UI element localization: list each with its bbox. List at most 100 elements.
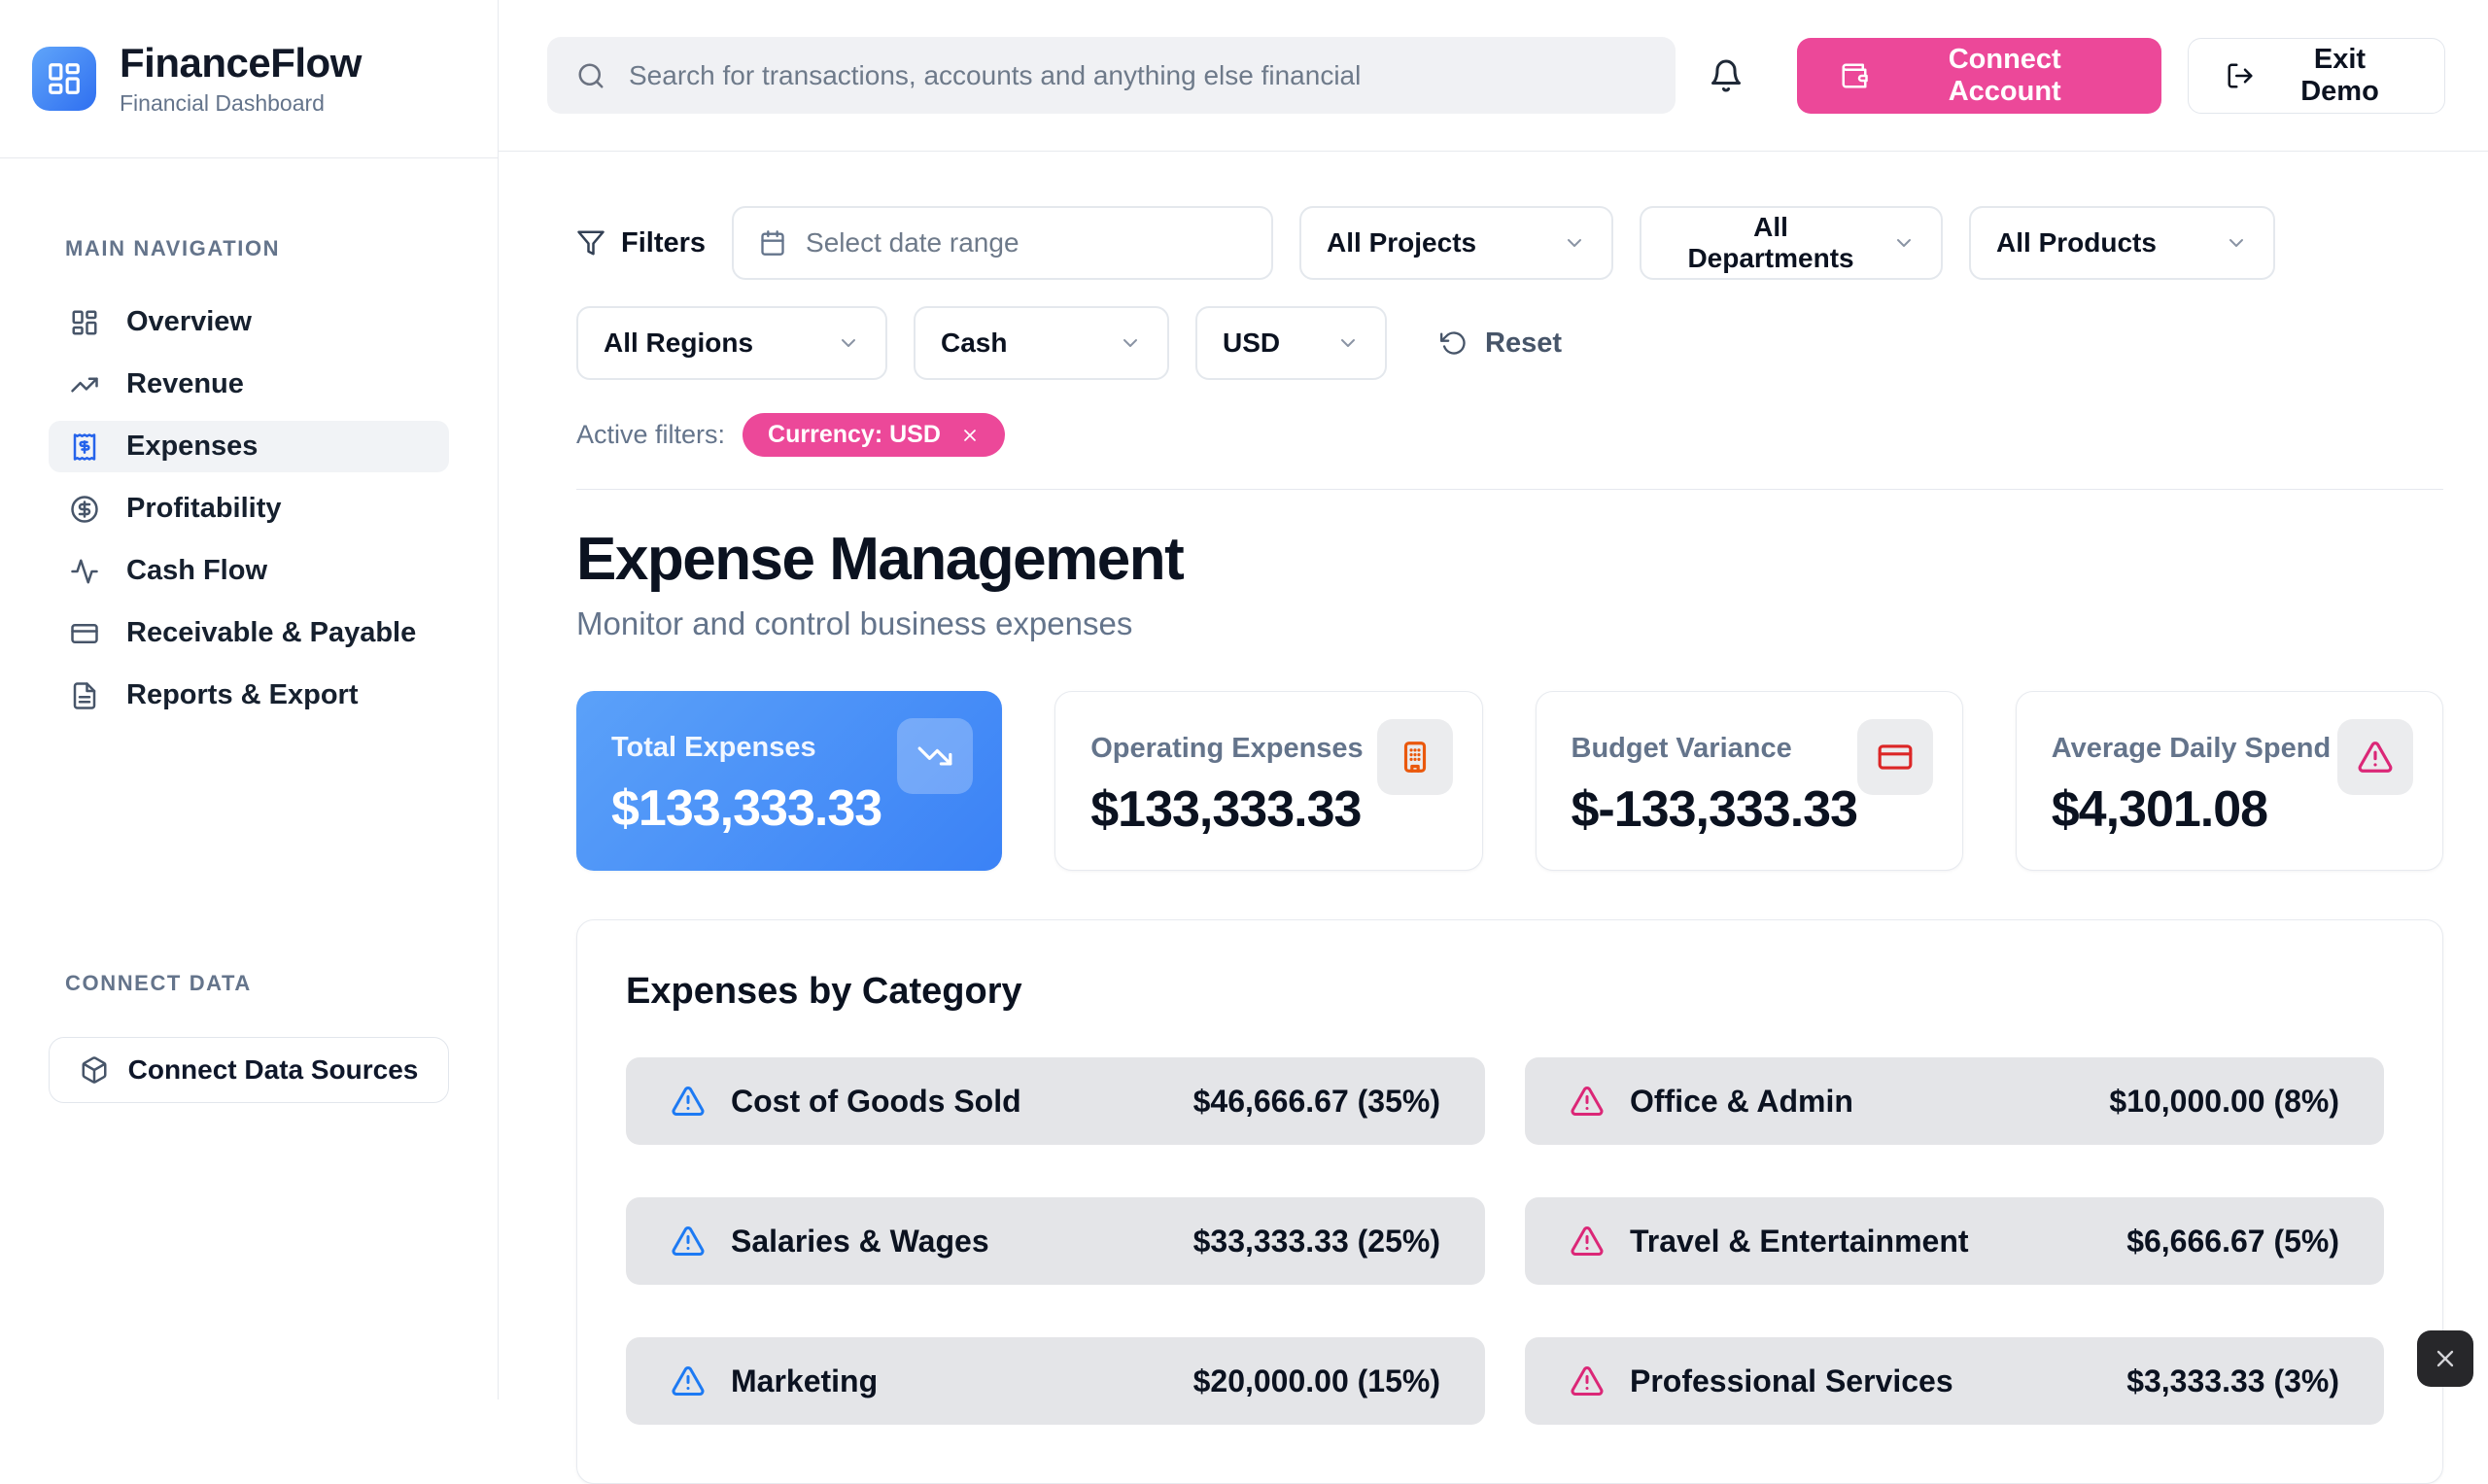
credit-card-icon: [1877, 739, 1914, 776]
trending-up-icon: [70, 370, 99, 399]
sidebar-item-profitability[interactable]: Profitability: [49, 483, 449, 535]
dropdown-all-products[interactable]: All Products: [1969, 206, 2275, 280]
category-name: Professional Services: [1630, 1363, 1953, 1399]
stats-row: Total Expenses$133,333.33Operating Expen…: [576, 691, 2443, 871]
category-name: Marketing: [731, 1363, 878, 1399]
page-subtitle: Monitor and control business expenses: [576, 605, 2443, 642]
sidebar-item-label: Revenue: [126, 368, 244, 400]
sidebar-item-overview[interactable]: Overview: [49, 296, 449, 348]
x-icon: [2432, 1345, 2459, 1372]
category-grid: Cost of Goods Sold$46,666.67 (35%) Office…: [626, 1057, 2384, 1425]
filter-chip-currency[interactable]: Currency: USD: [743, 413, 1005, 457]
content: Filters All Projects All Departments All P…: [499, 152, 2488, 1484]
alert-triangle-icon: [1570, 1084, 1605, 1119]
dropdown-value: All Products: [1996, 227, 2157, 259]
chevron-down-icon: [1563, 231, 1586, 255]
dropdown-usd[interactable]: USD: [1195, 306, 1387, 380]
alert-triangle-icon: [671, 1224, 706, 1259]
stat-card-operating-expenses: Operating Expenses$133,333.33: [1054, 691, 1482, 871]
category-amount: $3,333.33 (3%): [2126, 1363, 2339, 1399]
active-filters-label: Active filters:: [576, 420, 725, 450]
alert-triangle-icon: [671, 1363, 706, 1398]
search-box[interactable]: [547, 37, 1676, 114]
reset-label: Reset: [1485, 328, 1562, 360]
dropdown-all-departments[interactable]: All Departments: [1640, 206, 1943, 280]
notifications-button[interactable]: [1699, 49, 1752, 103]
category-row-salaries-wages: Salaries & Wages$33,333.33 (25%): [626, 1197, 1485, 1285]
close-button[interactable]: [2417, 1330, 2473, 1387]
sidebar-item-expenses[interactable]: Expenses: [49, 421, 449, 472]
category-amount: $33,333.33 (25%): [1193, 1224, 1440, 1260]
dropdown-all-projects[interactable]: All Projects: [1299, 206, 1613, 280]
sidebar-item-cash-flow[interactable]: Cash Flow: [49, 545, 449, 597]
file-text-icon: [70, 681, 99, 710]
stat-icon-box: [2337, 719, 2413, 795]
main-navigation: Overview Revenue Expenses Profitability Cash…: [49, 296, 449, 721]
chevron-down-icon: [1119, 331, 1142, 355]
stat-icon-box: [1377, 719, 1453, 795]
category-amount: $6,666.67 (5%): [2126, 1224, 2339, 1260]
log-out-icon: [2226, 61, 2255, 90]
category-card-title: Expenses by Category: [626, 971, 2384, 1013]
stat-icon-box: [1857, 719, 1933, 795]
category-row-office-admin: Office & Admin$10,000.00 (8%): [1525, 1057, 2384, 1145]
sidebar-item-label: Profitability: [126, 493, 282, 525]
category-amount: $20,000.00 (15%): [1193, 1363, 1440, 1399]
section-divider: [576, 489, 2443, 490]
dropdown-value: Cash: [941, 328, 1007, 359]
sidebar-item-label: Receivable & Payable: [126, 617, 416, 649]
connect-section: CONNECT DATA Connect Data Sources: [0, 971, 498, 1103]
category-row-travel-entertainment: Travel & Entertainment$6,666.67 (5%): [1525, 1197, 2384, 1285]
main-area: Connect Account Exit Demo Filters All Pr…: [499, 0, 2488, 1399]
filter-chip-label: Currency: USD: [768, 421, 941, 449]
dropdown-cash[interactable]: Cash: [914, 306, 1169, 380]
dropdown-all-regions[interactable]: All Regions: [576, 306, 887, 380]
x-icon[interactable]: [960, 426, 980, 445]
app-root: FinanceFlow Financial Dashboard MAIN NAV…: [0, 0, 2488, 1399]
sidebar-item-receivable-payable[interactable]: Receivable & Payable: [49, 607, 449, 659]
filters-row-1: Filters All Projects All Departments All P…: [576, 206, 2443, 280]
category-amount: $10,000.00 (8%): [2109, 1084, 2339, 1120]
connect-account-button[interactable]: Connect Account: [1797, 38, 2161, 114]
stat-card-average-daily-spend: Average Daily Spend$4,301.08: [2016, 691, 2443, 871]
dropdown-value: USD: [1223, 328, 1280, 359]
layout-dashboard-icon: [46, 60, 83, 97]
nav-section: MAIN NAVIGATION OverviewRevenueExpensesP…: [0, 158, 498, 732]
sidebar-item-revenue[interactable]: Revenue: [49, 359, 449, 410]
logo-text: FinanceFlow Financial Dashboard: [120, 41, 362, 117]
exit-demo-button[interactable]: Exit Demo: [2188, 38, 2445, 114]
funnel-icon: [576, 228, 605, 258]
alert-triangle-icon: [671, 1084, 706, 1119]
dropdown-value: All Projects: [1327, 227, 1476, 259]
active-filters-row: Active filters: Currency: USD: [576, 413, 2443, 457]
chevron-down-icon: [1336, 331, 1360, 355]
date-range-input[interactable]: [732, 206, 1273, 280]
filters-label-text: Filters: [621, 227, 706, 259]
chevron-down-icon: [1892, 231, 1916, 255]
connect-data-sources-button[interactable]: Connect Data Sources: [49, 1037, 449, 1103]
category-row-marketing: Marketing $20,000.00 (15%): [626, 1337, 1485, 1425]
filters-row-2: All Regions Cash USD Reset: [576, 306, 2443, 380]
category-row-cost-of-goods-sold: Cost of Goods Sold$46,666.67 (35%): [626, 1057, 1485, 1145]
app-logo: [32, 47, 96, 111]
rotate-ccw-icon: [1440, 329, 1468, 357]
chevron-down-icon: [2225, 231, 2248, 255]
category-row-professional-services: Professional Services $3,333.33 (3%): [1525, 1337, 2384, 1425]
search-input[interactable]: [627, 59, 1646, 92]
page-title: Expense Management: [576, 525, 2443, 594]
sidebar-item-label: Reports & Export: [126, 679, 358, 711]
connect-data-sources-label: Connect Data Sources: [128, 1054, 419, 1086]
alert-triangle-icon: [1570, 1363, 1605, 1398]
logo-section: FinanceFlow Financial Dashboard: [0, 0, 498, 158]
date-range-field[interactable]: [804, 226, 1246, 259]
sidebar: FinanceFlow Financial Dashboard MAIN NAV…: [0, 0, 499, 1399]
trending-down-icon: [916, 738, 953, 775]
dropdown-value: All Departments: [1667, 212, 1875, 274]
layout-dashboard-icon: [70, 308, 99, 337]
reset-filters-button[interactable]: Reset: [1434, 327, 1568, 361]
bell-icon: [1709, 58, 1744, 93]
category-amount: $46,666.67 (35%): [1193, 1084, 1440, 1120]
wallet-icon: [1840, 61, 1869, 90]
chevron-down-icon: [837, 331, 860, 355]
sidebar-item-reports-export[interactable]: Reports & Export: [49, 670, 449, 721]
